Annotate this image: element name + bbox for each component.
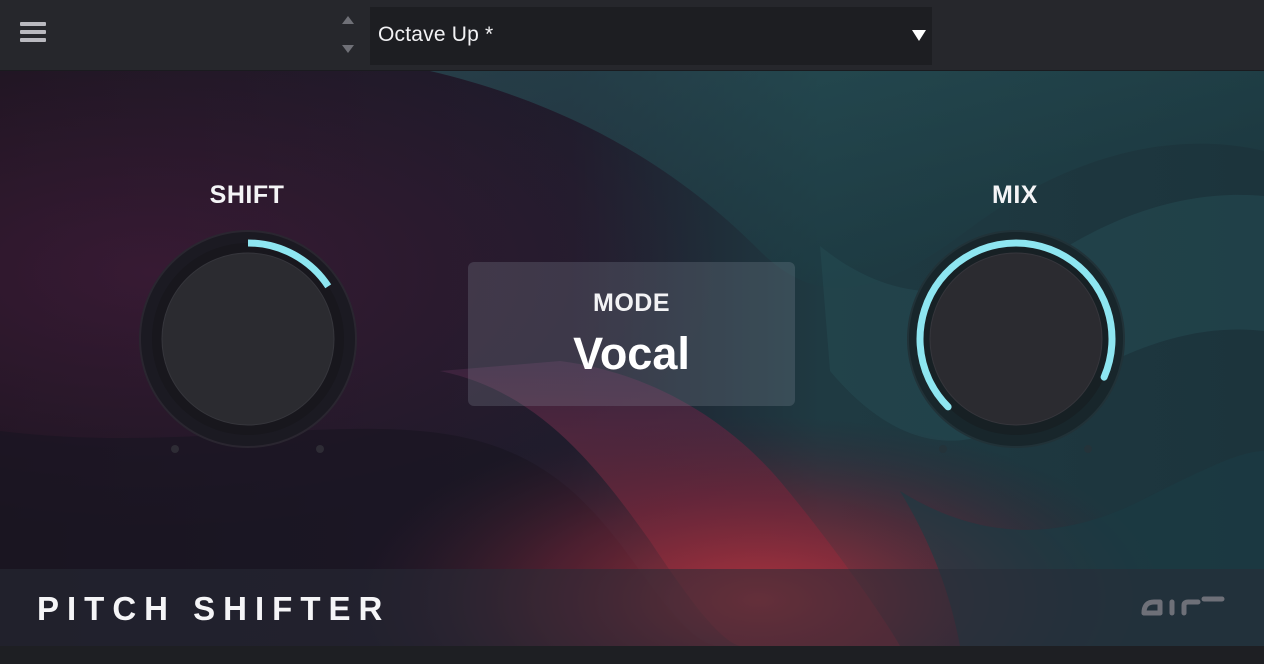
preset-dropdown[interactable]: Octave Up * bbox=[370, 7, 932, 65]
shift-label: SHIFT bbox=[209, 181, 285, 209]
mode-label: MODE bbox=[593, 289, 670, 317]
hamburger-menu-icon[interactable] bbox=[20, 22, 46, 46]
preset-step-arrows bbox=[338, 12, 360, 58]
mix-knob[interactable] bbox=[896, 221, 1136, 461]
preset-name: Octave Up * bbox=[378, 23, 494, 46]
air-logo bbox=[1141, 596, 1225, 616]
min-dot bbox=[939, 445, 947, 453]
max-dot bbox=[316, 445, 324, 453]
plugin-name: PITCH SHIFTER bbox=[37, 590, 391, 627]
caret-down-icon[interactable] bbox=[912, 30, 926, 41]
mode-value: Vocal bbox=[573, 328, 690, 379]
shift-knob[interactable] bbox=[128, 221, 368, 461]
bottom-strip bbox=[0, 646, 1264, 664]
min-dot bbox=[171, 445, 179, 453]
mode-selector[interactable]: MODE Vocal bbox=[468, 262, 795, 406]
plugin-panel: SHIFT MODE Vocal MIX PITCH SHIFTER bbox=[0, 71, 1264, 646]
top-bar: Octave Up * bbox=[0, 0, 1264, 71]
footer-bar: PITCH SHIFTER bbox=[0, 569, 1264, 646]
max-dot bbox=[1084, 445, 1092, 453]
mix-label: MIX bbox=[992, 181, 1038, 209]
triangle-up-icon[interactable] bbox=[342, 16, 354, 24]
triangle-down-icon[interactable] bbox=[342, 45, 354, 53]
